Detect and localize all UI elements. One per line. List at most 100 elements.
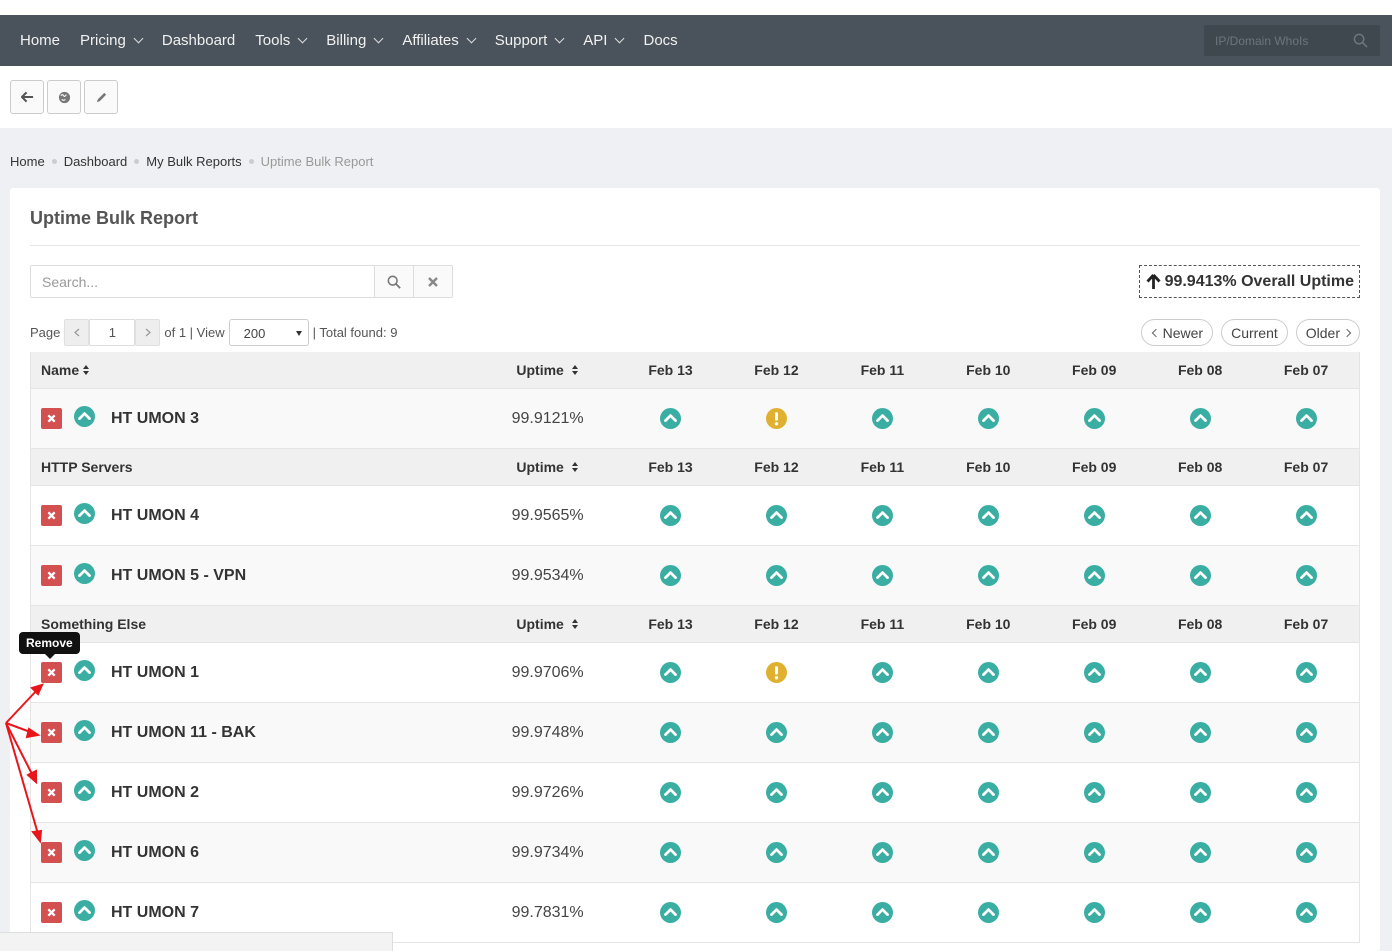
remove-button[interactable] <box>41 782 62 803</box>
day-status-cell[interactable] <box>935 722 1041 743</box>
day-status-cell[interactable] <box>1253 565 1359 586</box>
day-status-cell[interactable] <box>829 782 935 803</box>
page-number-input[interactable] <box>89 319 136 346</box>
group-name[interactable]: Name <box>31 362 478 378</box>
day-status-cell[interactable] <box>1147 782 1253 803</box>
day-status-cell[interactable] <box>618 782 724 803</box>
uptime-column-header[interactable]: Uptime <box>478 459 618 475</box>
whois-search-input[interactable] <box>1204 33 1344 48</box>
search-clear-button[interactable] <box>413 266 452 297</box>
day-status-cell[interactable] <box>1041 565 1147 586</box>
day-status-cell[interactable] <box>1147 902 1253 923</box>
day-status-cell[interactable] <box>1253 408 1359 429</box>
day-status-cell[interactable] <box>1147 662 1253 683</box>
globe-button[interactable] <box>47 80 81 114</box>
whois-search[interactable] <box>1204 25 1380 56</box>
nav-api[interactable]: API <box>573 15 633 66</box>
day-status-cell[interactable] <box>829 565 935 586</box>
day-status-cell[interactable] <box>935 902 1041 923</box>
day-status-cell[interactable] <box>829 902 935 923</box>
day-status-cell[interactable] <box>829 842 935 863</box>
day-status-cell[interactable] <box>723 782 829 803</box>
day-status-cell[interactable] <box>829 722 935 743</box>
newer-button[interactable]: Newer <box>1140 319 1214 346</box>
day-status-cell[interactable] <box>1253 782 1359 803</box>
remove-button[interactable] <box>41 662 62 683</box>
day-status-cell[interactable] <box>1253 902 1359 923</box>
back-button[interactable] <box>10 80 44 114</box>
report-search-input[interactable] <box>31 266 374 297</box>
monitor-name[interactable]: HT UMON 4 <box>111 507 199 525</box>
monitor-name[interactable]: HT UMON 6 <box>111 844 199 862</box>
older-button[interactable]: Older <box>1295 319 1360 346</box>
day-status-cell[interactable] <box>618 565 724 586</box>
day-status-cell[interactable] <box>1041 842 1147 863</box>
day-status-cell[interactable] <box>1147 505 1253 526</box>
day-status-cell[interactable] <box>1041 902 1147 923</box>
nav-tools[interactable]: Tools <box>245 15 316 66</box>
remove-button[interactable] <box>41 902 62 923</box>
day-status-cell[interactable] <box>618 505 724 526</box>
day-status-cell[interactable] <box>618 722 724 743</box>
day-status-cell[interactable] <box>1041 662 1147 683</box>
nav-home[interactable]: Home <box>10 15 70 66</box>
nav-dashboard[interactable]: Dashboard <box>152 15 245 66</box>
day-status-cell[interactable] <box>1253 505 1359 526</box>
day-status-cell[interactable] <box>618 408 724 429</box>
day-status-cell[interactable] <box>1147 722 1253 743</box>
nav-billing[interactable]: Billing <box>316 15 392 66</box>
day-status-cell[interactable] <box>1147 842 1253 863</box>
search-icon[interactable] <box>1353 33 1368 48</box>
nav-support[interactable]: Support <box>485 15 574 66</box>
day-status-cell[interactable] <box>1253 722 1359 743</box>
uptime-column-header[interactable]: Uptime <box>478 362 618 378</box>
day-status-cell[interactable] <box>935 782 1041 803</box>
day-status-cell[interactable] <box>723 408 829 429</box>
day-status-cell[interactable] <box>1041 782 1147 803</box>
day-status-cell[interactable] <box>723 842 829 863</box>
day-status-cell[interactable] <box>1147 408 1253 429</box>
day-status-cell[interactable] <box>723 505 829 526</box>
day-status-cell[interactable] <box>618 662 724 683</box>
remove-button[interactable] <box>41 565 62 586</box>
day-status-cell[interactable] <box>1253 842 1359 863</box>
day-status-cell[interactable] <box>935 842 1041 863</box>
monitor-name[interactable]: HT UMON 1 <box>111 664 199 682</box>
remove-button[interactable] <box>41 722 62 743</box>
monitor-name[interactable]: HT UMON 5 - VPN <box>111 567 246 585</box>
breadcrumb-bulk-reports[interactable]: My Bulk Reports <box>146 154 241 169</box>
day-status-cell[interactable] <box>723 902 829 923</box>
monitor-name[interactable]: HT UMON 11 - BAK <box>111 724 256 742</box>
nav-pricing[interactable]: Pricing <box>70 15 152 66</box>
nav-docs[interactable]: Docs <box>633 15 687 66</box>
day-status-cell[interactable] <box>618 842 724 863</box>
search-submit-button[interactable] <box>374 266 413 297</box>
day-status-cell[interactable] <box>1041 408 1147 429</box>
monitor-name[interactable]: HT UMON 7 <box>111 904 199 922</box>
remove-button[interactable] <box>41 408 62 429</box>
next-page-button[interactable] <box>135 319 161 346</box>
day-status-cell[interactable] <box>829 505 935 526</box>
remove-button[interactable] <box>41 505 62 526</box>
prev-page-button[interactable] <box>64 319 90 346</box>
day-status-cell[interactable] <box>723 565 829 586</box>
day-status-cell[interactable] <box>935 505 1041 526</box>
remove-button[interactable] <box>41 842 62 863</box>
uptime-column-header[interactable]: Uptime <box>478 616 618 632</box>
day-status-cell[interactable] <box>1041 505 1147 526</box>
day-status-cell[interactable] <box>1147 565 1253 586</box>
day-status-cell[interactable] <box>935 408 1041 429</box>
day-status-cell[interactable] <box>1041 722 1147 743</box>
day-status-cell[interactable] <box>935 565 1041 586</box>
view-count-select[interactable]: 200 <box>228 319 309 346</box>
day-status-cell[interactable] <box>935 662 1041 683</box>
day-status-cell[interactable] <box>829 662 935 683</box>
nav-affiliates[interactable]: Affiliates <box>392 15 484 66</box>
day-status-cell[interactable] <box>829 408 935 429</box>
day-status-cell[interactable] <box>723 722 829 743</box>
breadcrumb-dashboard[interactable]: Dashboard <box>64 154 128 169</box>
day-status-cell[interactable] <box>618 902 724 923</box>
day-status-cell[interactable] <box>1253 662 1359 683</box>
edit-button[interactable] <box>84 80 118 114</box>
breadcrumb-home[interactable]: Home <box>10 154 45 169</box>
